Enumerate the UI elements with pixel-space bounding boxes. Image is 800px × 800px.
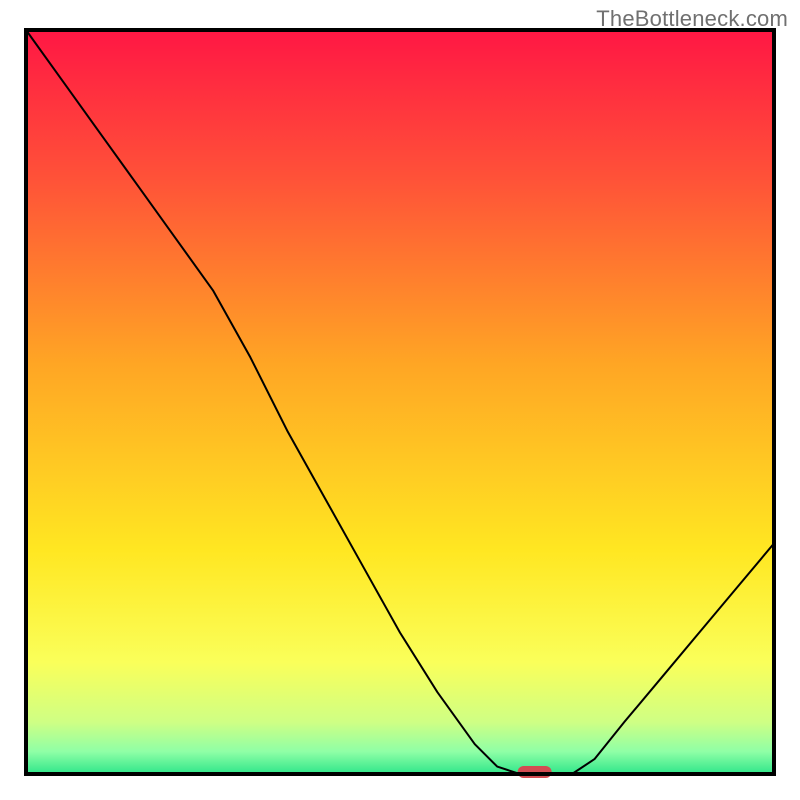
bottleneck-chart: TheBottleneck.com bbox=[0, 0, 800, 800]
watermark-text: TheBottleneck.com bbox=[596, 6, 788, 32]
plot-area bbox=[26, 30, 774, 778]
plot-background bbox=[26, 30, 774, 774]
chart-svg bbox=[0, 0, 800, 800]
